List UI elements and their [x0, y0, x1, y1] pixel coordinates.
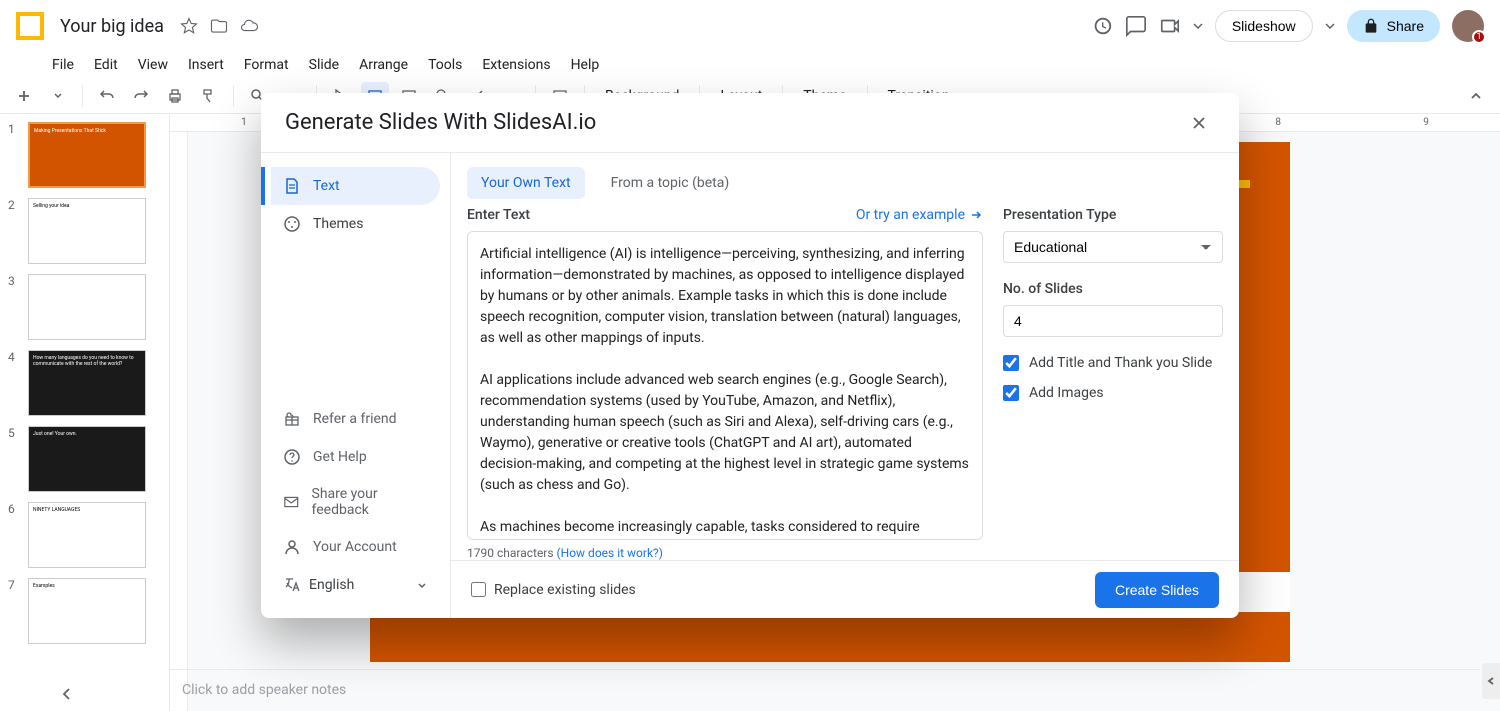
enter-text-label: Enter Text: [467, 207, 530, 223]
tab-from-topic[interactable]: From a topic (beta): [597, 167, 744, 199]
presentation-type-select[interactable]: Educational: [1003, 231, 1223, 263]
num-slides-input[interactable]: [1003, 305, 1223, 337]
tab-own-text[interactable]: Your Own Text: [467, 167, 585, 199]
try-example-link[interactable]: Or try an example: [856, 207, 983, 223]
add-images-checkbox[interactable]: [1003, 385, 1019, 401]
text-input[interactable]: Artificial intelligence (AI) is intellig…: [467, 231, 983, 540]
close-icon: [1190, 114, 1208, 132]
mail-icon: [283, 493, 300, 511]
how-it-works-link[interactable]: (How does it work?): [557, 546, 663, 560]
replace-slides-checkbox[interactable]: [471, 582, 486, 597]
presentation-type-label: Presentation Type: [1003, 207, 1223, 223]
help-icon: [283, 448, 301, 466]
add-images-label: Add Images: [1029, 385, 1104, 401]
gift-icon: [283, 410, 301, 428]
palette-icon: [283, 215, 301, 233]
generate-slides-modal: Generate Slides With SlidesAI.io Text Th…: [261, 93, 1239, 618]
arrow-right-icon: [969, 208, 983, 222]
add-title-checkbox[interactable]: [1003, 355, 1019, 371]
char-count: 1790 characters (How does it work?): [467, 546, 983, 560]
modal-backdrop: Generate Slides With SlidesAI.io Text Th…: [0, 0, 1500, 711]
sidebar-item-refer[interactable]: Refer a friend: [271, 400, 440, 438]
create-slides-button[interactable]: Create Slides: [1095, 572, 1219, 608]
close-button[interactable]: [1183, 107, 1215, 139]
user-icon: [283, 538, 301, 556]
language-icon: [283, 576, 301, 594]
modal-sidebar: Text Themes Refer a friend Get Help Shar…: [261, 153, 451, 618]
sidebar-item-text[interactable]: Text: [271, 167, 440, 205]
sidebar-item-themes[interactable]: Themes: [271, 205, 440, 243]
modal-main: Your Own Text From a topic (beta) Enter …: [451, 153, 1239, 618]
num-slides-label: No. of Slides: [1003, 281, 1223, 297]
replace-slides-label: Replace existing slides: [494, 582, 636, 598]
sidebar-item-help[interactable]: Get Help: [271, 438, 440, 476]
language-selector[interactable]: English: [271, 566, 440, 604]
sidebar-item-feedback[interactable]: Share your feedback: [271, 476, 440, 528]
sidebar-item-account[interactable]: Your Account: [271, 528, 440, 566]
chevron-down-icon: [416, 579, 428, 591]
document-icon: [283, 177, 301, 195]
modal-title: Generate Slides With SlidesAI.io: [285, 110, 596, 135]
add-title-label: Add Title and Thank you Slide: [1029, 355, 1212, 371]
